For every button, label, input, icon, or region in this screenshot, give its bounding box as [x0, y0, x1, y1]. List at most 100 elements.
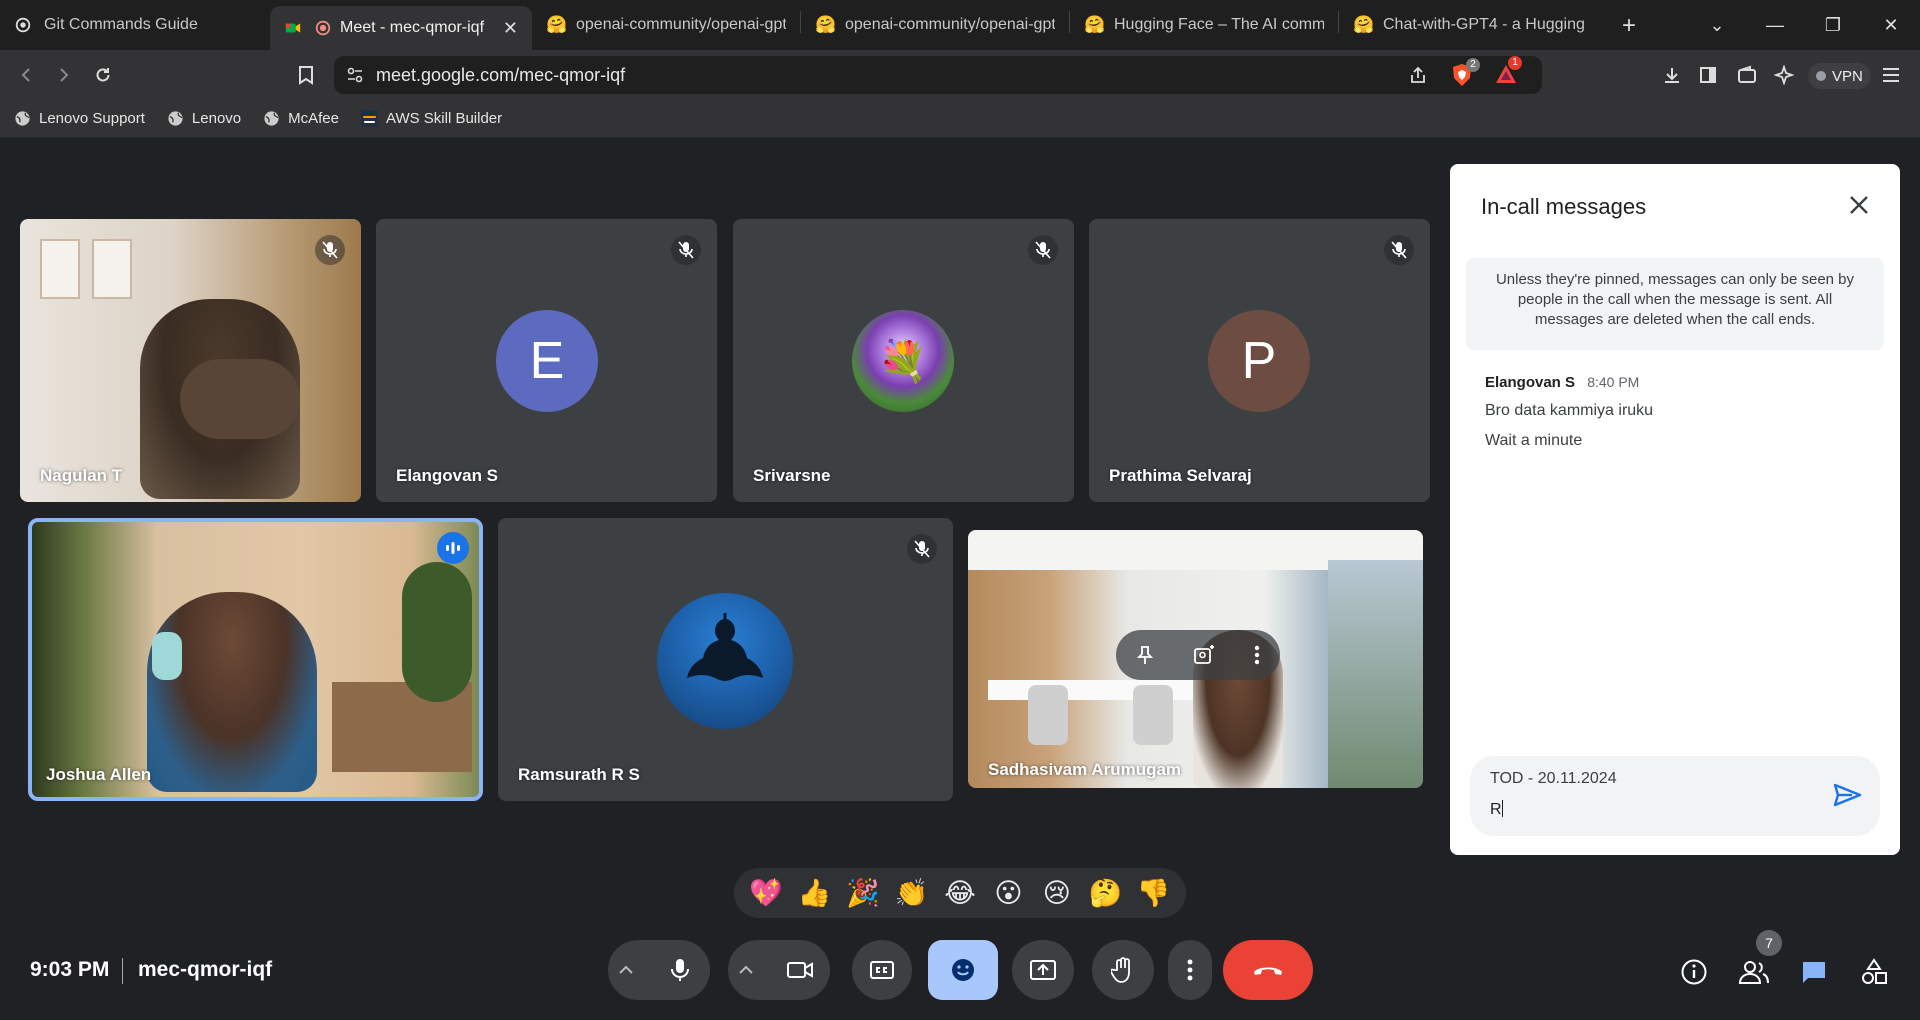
captions-button[interactable] — [852, 940, 912, 1000]
share-icon[interactable] — [1408, 65, 1428, 85]
tab-git-commands[interactable]: Git Commands Guide — [0, 6, 270, 44]
activities-button[interactable] — [1854, 952, 1894, 992]
mic-muted-indicator — [671, 235, 701, 265]
emoji-smile-icon — [952, 959, 974, 981]
bookmark-icon — [299, 66, 313, 85]
chat-button[interactable] — [1794, 952, 1834, 992]
reaction-thumbs-down[interactable]: 👎 — [1131, 877, 1177, 909]
rewards-badge: 1 — [1508, 56, 1522, 70]
sidebar-button[interactable] — [1690, 57, 1726, 93]
bookmark-lenovo[interactable]: Lenovo — [167, 110, 241, 127]
microphone-button[interactable] — [650, 940, 710, 1000]
bookmark-button[interactable] — [288, 57, 324, 93]
pin-icon[interactable] — [1136, 645, 1154, 665]
tab-hugging-face[interactable]: 🤗 Hugging Face – The AI commu — [1070, 6, 1338, 44]
reaction-surprised[interactable]: 😮 — [985, 878, 1031, 909]
tab-title: Meet - mec-qmor-iqf — [340, 19, 485, 36]
wallet-button[interactable] — [1729, 57, 1765, 93]
tab-meet[interactable]: Meet - mec-qmor-iqf ✕ — [270, 6, 532, 50]
participant-tile-nagulan[interactable]: Nagulan T — [20, 219, 361, 502]
back-arrow-icon — [21, 68, 30, 82]
forward-button[interactable] — [45, 57, 81, 93]
close-window-icon[interactable]: ✕ — [1862, 15, 1920, 36]
tab-openai-gpt-1[interactable]: 🤗 openai-community/openai-gpt — [532, 6, 800, 44]
reactions-bar: 💖 👍 🎉 👏 😂 😮 😢 🤔 👎 — [734, 868, 1186, 918]
chat-bubble-icon — [1803, 962, 1825, 983]
camera-button[interactable] — [770, 940, 830, 1000]
participant-name: Nagulan T — [40, 466, 123, 485]
meeting-details-button[interactable] — [1674, 952, 1714, 992]
avatar-initial: E — [496, 310, 598, 412]
globe-icon — [15, 111, 30, 126]
vpn-button[interactable]: VPN — [1808, 63, 1871, 89]
message-input[interactable]: TOD - 20.11.2024 R — [1470, 756, 1880, 836]
participant-tile-elangovan[interactable]: E Elangovan S — [376, 219, 717, 502]
vpn-label: VPN — [1832, 67, 1863, 85]
bookmark-label: Lenovo — [191, 110, 242, 127]
add-to-frame-icon[interactable] — [1193, 645, 1215, 665]
participant-tile-joshua[interactable]: Joshua Allen — [28, 518, 483, 801]
tab-list-chevron-icon[interactable]: ⌄ — [1688, 15, 1746, 36]
meeting-code: mec-qmor-iqf — [138, 958, 273, 981]
more-options-icon[interactable] — [1254, 645, 1260, 665]
raise-hand-button[interactable] — [1092, 940, 1154, 1000]
tab-chat-gpt4[interactable]: 🤗 Chat-with-GPT4 - a Hugging Fa — [1339, 6, 1601, 44]
reaction-thumbs-up[interactable]: 👍 — [792, 877, 838, 909]
reaction-thinking[interactable]: 🤔 — [1082, 877, 1128, 909]
message-sender: Elangovan S — [1485, 374, 1576, 391]
present-screen-button[interactable] — [1012, 940, 1074, 1000]
reaction-sparkling-heart[interactable]: 💖 — [743, 877, 789, 909]
brave-rewards-button[interactable]: 1 — [1494, 56, 1522, 88]
participant-tile-sadhasivam[interactable]: Sadhasivam Arumugam — [968, 530, 1423, 788]
avatar-photo — [657, 593, 793, 729]
participant-name: Joshua Allen — [46, 765, 152, 784]
bookmark-lenovo-support[interactable]: Lenovo Support — [14, 110, 145, 127]
video-backdrop-chair — [1133, 685, 1173, 745]
download-button[interactable] — [1654, 57, 1690, 93]
restore-icon[interactable]: ❐ — [1804, 15, 1862, 36]
recording-icon — [315, 20, 331, 36]
participant-tile-prathima[interactable]: P Prathima Selvaraj — [1089, 219, 1430, 502]
mic-off-icon — [1391, 241, 1407, 259]
new-tab-button[interactable]: + — [1613, 12, 1645, 40]
bookmark-label: AWS Skill Builder — [386, 110, 503, 127]
back-button[interactable] — [9, 57, 45, 93]
reload-button[interactable] — [85, 57, 121, 93]
menu-button[interactable] — [1873, 57, 1909, 93]
reactions-button[interactable] — [928, 940, 998, 1000]
flower-icon: 💐 — [878, 339, 928, 384]
speaking-indicator — [437, 532, 469, 564]
brave-shields-button[interactable]: 2 — [1450, 58, 1480, 88]
participant-tile-ramsurath[interactable]: Ramsurath R S — [498, 518, 953, 801]
send-icon[interactable] — [1830, 778, 1864, 812]
participant-name: Ramsurath R S — [518, 765, 640, 784]
minimize-icon[interactable]: — — [1746, 15, 1804, 36]
address-bar[interactable]: meet.google.com/mec-qmor-iqf 2 1 — [334, 56, 1542, 94]
participant-tile-srivarsne[interactable]: 💐 Srivarsne — [733, 219, 1074, 502]
reaction-party-popper[interactable]: 🎉 — [840, 877, 886, 909]
chevron-up-icon[interactable] — [738, 965, 754, 975]
leo-ai-button[interactable] — [1766, 57, 1802, 93]
message-text: Bro data kammiya iruku — [1485, 402, 1654, 419]
participant-name: Sadhasivam Arumugam — [988, 760, 1182, 779]
bookmarks-bar: Lenovo Support Lenovo McAfee AWS Skill B… — [0, 100, 1920, 138]
tab-openai-gpt-2[interactable]: 🤗 openai-community/openai-gpt — [801, 6, 1069, 44]
reaction-crying[interactable]: 😢 — [1034, 878, 1080, 909]
tab-strip: Git Commands Guide Meet - mec-qmor-iqf ✕… — [0, 0, 1920, 50]
close-icon[interactable] — [1844, 190, 1874, 220]
chat-notice: Unless they're pinned, messages can only… — [1466, 258, 1884, 350]
draft-line: TOD - 20.11.2024 — [1490, 770, 1617, 787]
site-settings-icon[interactable] — [346, 66, 364, 84]
present-screen-icon — [1030, 960, 1056, 980]
close-tab-icon[interactable]: ✕ — [503, 18, 518, 39]
leave-call-button[interactable] — [1223, 940, 1313, 1000]
people-button[interactable] — [1734, 952, 1774, 992]
bookmark-aws-skill-builder[interactable]: AWS Skill Builder — [361, 110, 502, 127]
info-icon — [1681, 959, 1707, 985]
mic-off-icon — [678, 241, 694, 259]
more-options-button[interactable] — [1168, 940, 1212, 1000]
bookmark-mcafee[interactable]: McAfee — [263, 110, 339, 127]
reaction-clapping[interactable]: 👏 — [889, 877, 935, 909]
chevron-up-icon[interactable] — [618, 965, 634, 975]
reaction-laughing[interactable]: 😂 — [937, 878, 983, 909]
